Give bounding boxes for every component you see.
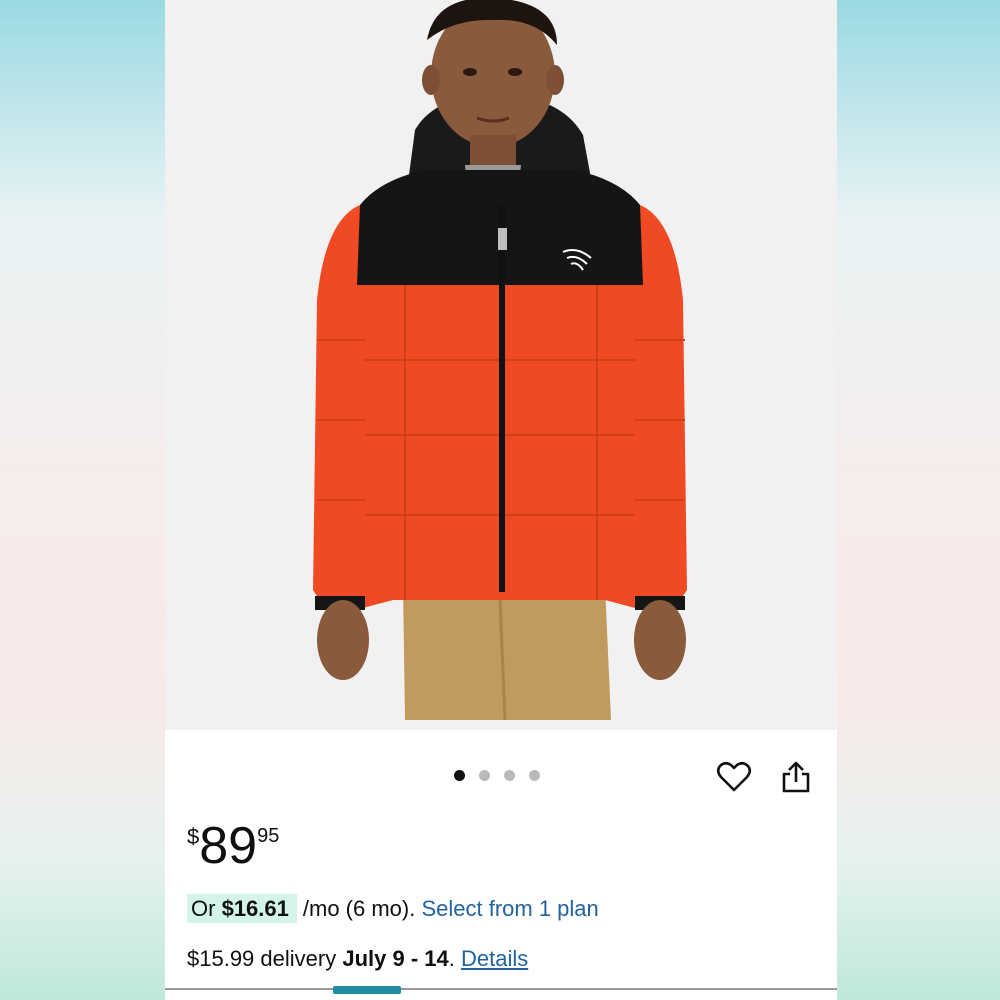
product-image[interactable] <box>165 0 837 730</box>
share-icon[interactable] <box>777 758 815 796</box>
carousel-dot[interactable] <box>479 770 490 781</box>
jacket-photo <box>165 0 837 730</box>
bottom-tab-indicator <box>333 986 401 994</box>
price-whole: 89 <box>199 817 258 875</box>
product-page: $8995 Or $16.61/mo (6 mo). Select from 1… <box>165 0 837 1000</box>
price-fraction: 95 <box>257 825 280 847</box>
heart-icon[interactable] <box>715 758 753 796</box>
select-plan-link[interactable]: Select from 1 plan <box>421 896 598 921</box>
monthly-amount: $16.61 <box>221 896 289 921</box>
section-divider <box>165 988 837 1000</box>
monthly-payment-badge: Or $16.61 <box>187 894 297 923</box>
financing-line: Or $16.61/mo (6 mo). Select from 1 plan <box>187 894 599 923</box>
carousel-dot[interactable] <box>504 770 515 781</box>
product-price: $8995 <box>187 820 279 872</box>
financing-term: /mo (6 mo). <box>302 896 416 921</box>
carousel-dot-active[interactable] <box>454 770 465 781</box>
delivery-dates: July 9 - 14 <box>342 946 449 971</box>
carousel-dot[interactable] <box>529 770 540 781</box>
financing-prefix: Or <box>191 896 216 921</box>
delivery-line: $15.99 delivery July 9 - 14. Details <box>187 946 529 971</box>
delivery-details-link[interactable]: Details <box>461 946 528 971</box>
price-currency: $ <box>187 824 200 849</box>
delivery-cost: $15.99 delivery <box>187 946 337 971</box>
